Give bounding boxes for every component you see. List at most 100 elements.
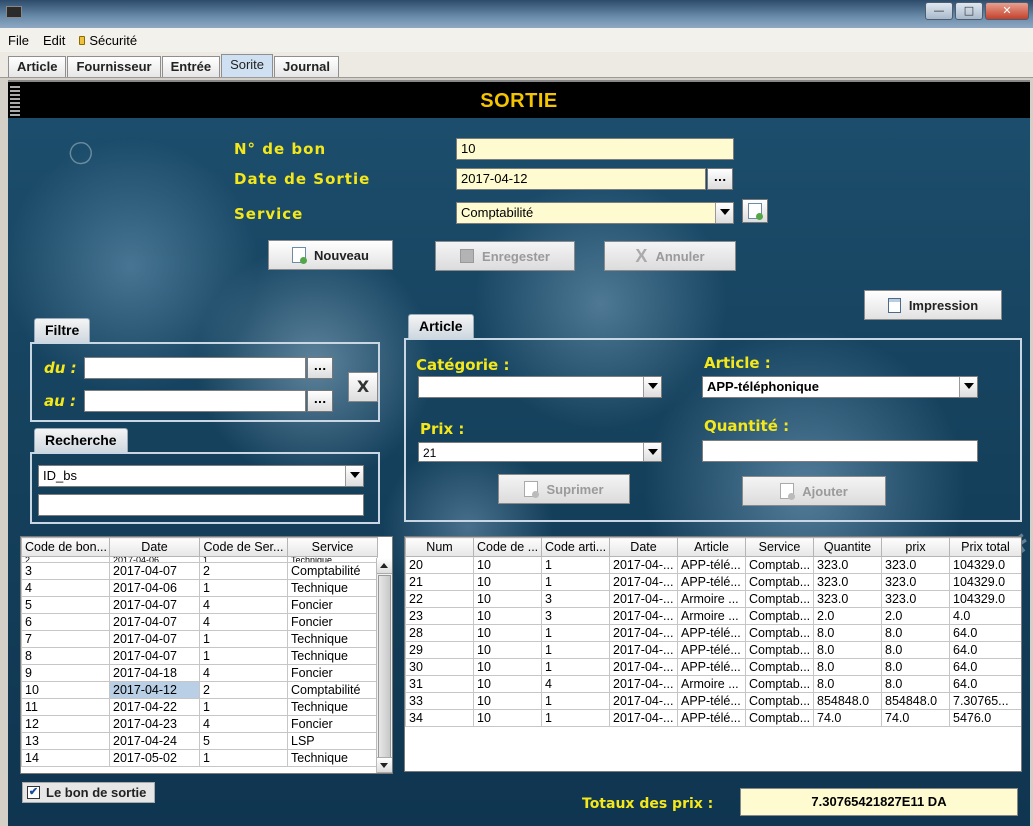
table-cell[interactable]: 10 [473,556,542,574]
col-header[interactable]: Article [677,537,746,557]
table-cell[interactable]: Foncier [287,596,378,614]
col-header[interactable]: Date [609,537,678,557]
tab-article[interactable]: Article [8,56,67,77]
table-cell[interactable]: 29 [405,641,474,659]
table-cell[interactable]: 5 [199,732,288,750]
table-cell[interactable]: Armoire ... [677,607,746,625]
add-service-button[interactable] [742,199,768,223]
table-cell[interactable]: 5476.0 [949,709,1021,727]
table-cell[interactable]: 2017-04-07 [109,562,200,580]
tab-sorite[interactable]: Sorite [221,54,274,77]
quantite-field[interactable] [702,440,978,462]
table-cell[interactable]: 9 [21,664,110,682]
table-cell[interactable]: 10 [473,641,542,659]
vertical-scrollbar[interactable] [376,558,392,773]
au-date-field[interactable] [84,390,306,412]
table-row[interactable]: 6 2017-04-07 4 Foncier [21,613,378,631]
table-cell[interactable]: Technique [287,579,378,597]
prix-combo[interactable]: 21 [418,442,662,462]
table-cell[interactable]: 5 [21,596,110,614]
table-cell[interactable]: 3 [541,607,610,625]
annuler-button[interactable]: X Annuler [604,241,736,271]
table-cell[interactable]: 104329.0 [949,573,1021,591]
table-cell[interactable]: 31 [405,675,474,693]
table-cell[interactable]: 33 [405,692,474,710]
table-cell[interactable]: 2 [199,562,288,580]
table-cell[interactable]: 4 [199,613,288,631]
col-header[interactable]: Quantite [813,537,882,557]
table-row[interactable]: 9 2017-04-18 4 Foncier [21,664,378,682]
table-cell[interactable]: 1 [199,579,288,597]
table-cell[interactable]: Armoire ... [677,590,746,608]
chevron-down-icon[interactable] [715,203,733,223]
table-cell[interactable]: 2.0 [813,607,882,625]
table-cell[interactable]: 2017-04-... [609,692,678,710]
table-cell[interactable]: 2017-04-07 [109,596,200,614]
table-cell[interactable]: 64.0 [949,675,1021,693]
table-cell[interactable]: Comptab... [745,590,814,608]
table-cell[interactable]: 64.0 [949,624,1021,642]
table-cell[interactable]: 8.0 [881,641,950,659]
table-cell[interactable]: 1 [199,630,288,648]
table-cell[interactable]: 323.0 [881,590,950,608]
table-cell[interactable]: 1 [199,647,288,665]
table-row[interactable]: 7 2017-04-07 1 Technique [21,630,378,648]
table-cell[interactable]: 8 [21,647,110,665]
table-cell[interactable]: 2017-04-24 [109,732,200,750]
tab-journal[interactable]: Journal [274,56,339,77]
table-cell[interactable]: 1 [541,709,610,727]
table-cell[interactable]: 2017-04-... [609,709,678,727]
col-header[interactable]: Num [405,537,474,557]
table-cell[interactable]: 20 [405,556,474,574]
table-row[interactable]: 4 2017-04-06 1 Technique [21,579,378,597]
table-cell[interactable]: 30 [405,658,474,676]
table-cell[interactable]: 1 [541,658,610,676]
table-cell[interactable]: 7 [21,630,110,648]
table-cell[interactable]: 74.0 [813,709,882,727]
table-row[interactable]: 22 10 3 2017-04-... Armoire ... Comptab... 323… [405,590,1021,608]
table-cell[interactable]: 8.0 [881,658,950,676]
col-header[interactable]: Code arti... [541,537,610,557]
du-date-field[interactable] [84,357,306,379]
table-cell[interactable]: 34 [405,709,474,727]
suprimer-button[interactable]: Suprimer [498,474,630,504]
table-cell[interactable]: Technique [287,647,378,665]
table-cell[interactable]: 1 [199,698,288,716]
table-cell[interactable]: 74.0 [881,709,950,727]
table-cell[interactable]: 2017-04-12 [109,681,200,699]
date-sortie-field[interactable]: 2017-04-12 [456,168,706,190]
scroll-down-icon[interactable] [377,757,392,773]
chevron-down-icon[interactable] [959,377,977,397]
table-cell[interactable]: 7.30765... [949,692,1021,710]
table-cell[interactable]: 854848.0 [881,692,950,710]
table-cell[interactable]: 2017-04-... [609,607,678,625]
table-cell[interactable]: 2017-04-... [609,590,678,608]
table-row[interactable]: 13 2017-04-24 5 LSP [21,732,378,750]
bon-number-field[interactable]: 10 [456,138,734,160]
article-combo[interactable]: APP-téléphonique [702,376,978,398]
table-cell[interactable]: 2017-04-07 [109,613,200,631]
date-picker-button[interactable]: ... [707,168,733,190]
table-cell[interactable]: Technique [287,749,378,767]
table-row[interactable]: 20 10 1 2017-04-... APP-télé... Comptab... 323… [405,556,1021,574]
table-cell[interactable]: 1 [199,749,288,767]
table-cell[interactable]: 4 [21,579,110,597]
table-row[interactable]: 21 10 1 2017-04-... APP-télé... Comptab... 323… [405,573,1021,591]
table-cell[interactable]: 4 [199,664,288,682]
table-cell[interactable]: 2017-04-... [609,658,678,676]
table-cell[interactable]: 4 [199,596,288,614]
maximize-button[interactable]: □ [955,2,983,20]
table-cell[interactable]: 23 [405,607,474,625]
table-cell[interactable]: 10 [473,709,542,727]
table-cell[interactable]: 2017-04-... [609,675,678,693]
tab-fournisseur[interactable]: Fournisseur [67,56,161,77]
table-row[interactable]: 5 2017-04-07 4 Foncier [21,596,378,614]
table-cell[interactable]: 10 [473,658,542,676]
table-cell[interactable]: APP-télé... [677,624,746,642]
table-cell[interactable]: 4 [541,675,610,693]
table-cell[interactable]: 1 [541,573,610,591]
table-cell[interactable]: 104329.0 [949,590,1021,608]
chevron-down-icon[interactable] [345,466,363,486]
du-date-picker-button[interactable]: ... [307,357,333,379]
table-row[interactable]: 3 2017-04-07 2 Comptabilité [21,562,378,580]
